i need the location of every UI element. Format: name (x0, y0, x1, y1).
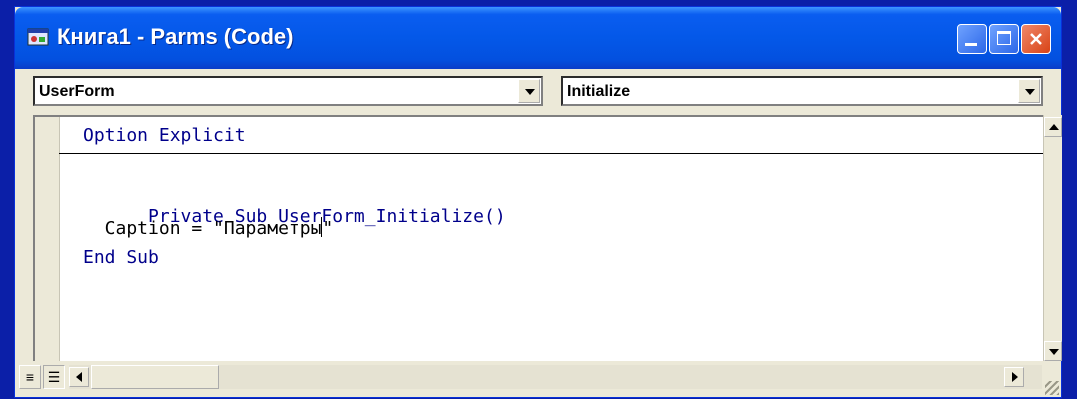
procedure-combo-value: Initialize (567, 83, 631, 100)
scroll-left-button[interactable] (69, 367, 89, 387)
code-line-option: Option Explicit (83, 125, 246, 146)
code-line-end: End Sub (83, 247, 159, 268)
procedure-separator (59, 153, 1043, 154)
code-text: Caption = "Параметры (83, 218, 322, 239)
window-title: Книга1 - Parms (Code) (57, 24, 294, 49)
close-icon (1030, 33, 1042, 45)
minimize-button[interactable] (957, 24, 987, 54)
procedure-view-button[interactable]: ≡ (19, 365, 41, 389)
object-combo[interactable]: UserForm (33, 76, 543, 106)
horizontal-scrollbar[interactable] (69, 365, 1042, 389)
code-editor[interactable]: Option Explicit Private Sub UserForm_Ini… (33, 115, 1043, 361)
object-combo-value: UserForm (39, 83, 115, 100)
maximize-icon (997, 31, 1011, 45)
vertical-scrollbar[interactable] (1043, 115, 1062, 361)
arrow-left-icon (76, 372, 82, 382)
procedure-view-icon: ≡ (25, 369, 35, 385)
scroll-down-button[interactable] (1044, 341, 1062, 361)
bottom-bar: ≡ ☰ (15, 361, 1061, 397)
arrow-right-icon (1012, 372, 1018, 382)
close-button[interactable] (1021, 24, 1051, 54)
minimize-icon (965, 43, 977, 46)
chevron-down-icon[interactable] (518, 79, 540, 103)
scroll-up-button[interactable] (1044, 117, 1062, 137)
full-module-view-icon: ☰ (47, 369, 61, 385)
code-line-caption: Caption = "Параметры" (83, 217, 333, 239)
scroll-thumb[interactable] (91, 365, 219, 389)
arrow-up-icon (1049, 124, 1059, 130)
resize-grip-icon[interactable] (1045, 381, 1059, 395)
chevron-down-icon[interactable] (1018, 79, 1040, 103)
userform-icon (27, 28, 49, 46)
scroll-right-button[interactable] (1004, 367, 1024, 387)
title-bar[interactable]: Книга1 - Parms (Code) (15, 7, 1061, 69)
procedure-combo[interactable]: Initialize (561, 76, 1043, 106)
margin-indicator-bar[interactable] (35, 117, 60, 361)
code-window: Книга1 - Parms (Code) UserForm Initializ… (14, 6, 1062, 398)
maximize-button[interactable] (989, 24, 1019, 54)
arrow-down-icon (1049, 349, 1059, 355)
combo-row: UserForm Initialize (15, 69, 1061, 114)
full-module-view-button[interactable]: ☰ (43, 365, 65, 389)
code-text-tail: " (322, 218, 334, 239)
